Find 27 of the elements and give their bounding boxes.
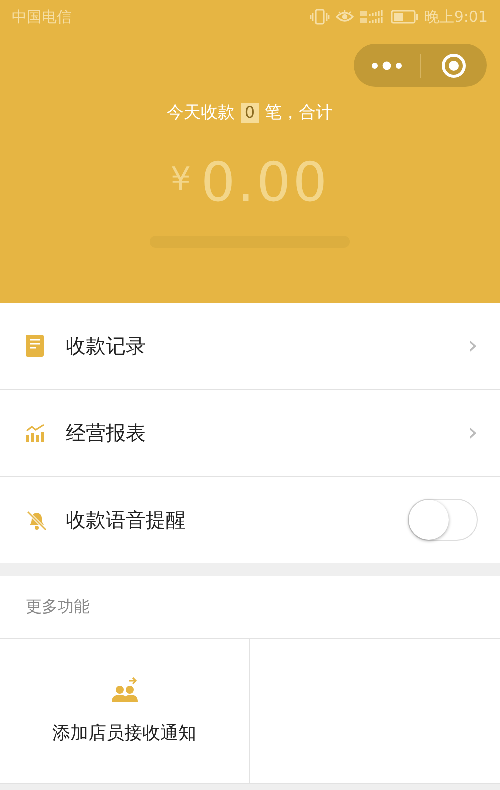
document-icon	[26, 335, 44, 357]
chart-icon	[26, 424, 46, 442]
count-badge: 0	[240, 102, 260, 122]
menu-item[interactable]: 收款记录 ›	[0, 303, 500, 390]
toggle-switch[interactable]	[408, 499, 478, 541]
more-icon	[370, 60, 404, 70]
summary-label: 今天收款	[166, 102, 235, 124]
carrier-name: 中国电信	[12, 8, 72, 26]
battery-icon	[391, 10, 420, 24]
amount-value: 0.00	[201, 152, 330, 214]
eye-icon	[335, 10, 356, 24]
target-icon	[441, 52, 467, 78]
menu-item[interactable]: 经营报表 ›	[0, 390, 500, 477]
menu-label: 收款记录	[66, 332, 147, 360]
section-title: 更多功能	[0, 576, 500, 639]
currency-symbol: ¥	[170, 160, 192, 198]
vibrate-icon	[310, 9, 330, 25]
feature-label: 添加店员接收通知	[52, 722, 196, 745]
clock-time: 晚上9:01	[424, 8, 488, 26]
menu-label: 收款语音提醒	[66, 506, 187, 534]
chevron-icon: ›	[468, 333, 478, 359]
menu-label: 经营报表	[66, 420, 147, 446]
summary-label: 笔，合计	[265, 102, 334, 124]
people-icon	[110, 677, 138, 703]
chevron-icon: ›	[468, 420, 478, 446]
feature-tile[interactable]: 添加店员接收通知	[0, 639, 250, 784]
bell-muted-icon	[26, 509, 48, 531]
